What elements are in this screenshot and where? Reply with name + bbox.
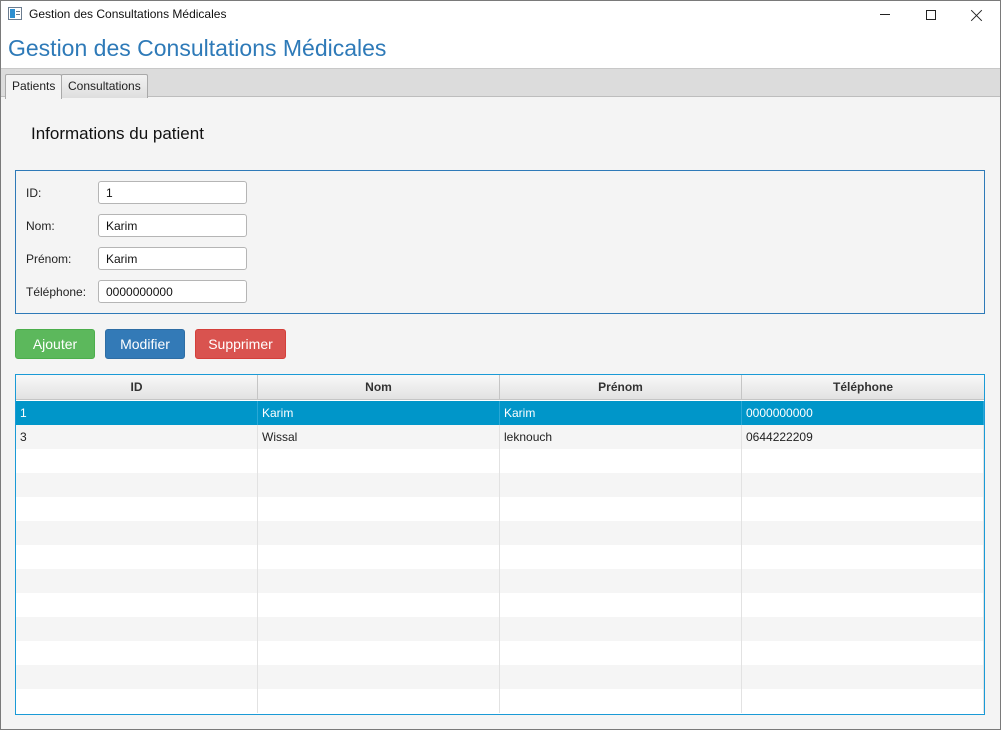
empty-cell: [500, 473, 742, 497]
tab-patients[interactable]: Patients: [5, 74, 63, 99]
empty-cell: [16, 617, 258, 641]
table-row[interactable]: 1 Karim Karim 0000000000: [16, 401, 984, 425]
empty-table-row: [16, 569, 984, 593]
empty-cell: [500, 665, 742, 689]
empty-cell: [258, 473, 500, 497]
empty-cell: [500, 593, 742, 617]
id-field[interactable]: [98, 181, 247, 204]
empty-cell: [16, 521, 258, 545]
empty-table-row: [16, 521, 984, 545]
empty-cell: [258, 545, 500, 569]
empty-cell: [16, 593, 258, 617]
cell-id: 1: [16, 401, 258, 425]
empty-table-row: [16, 689, 984, 713]
empty-cell: [258, 641, 500, 665]
close-button[interactable]: [954, 1, 1000, 28]
cell-id: 3: [16, 425, 258, 449]
empty-cell: [742, 497, 984, 521]
empty-cell: [742, 545, 984, 569]
cell-prenom: Karim: [500, 401, 742, 425]
empty-cell: [258, 689, 500, 713]
empty-table-row: [16, 473, 984, 497]
maximize-button[interactable]: [908, 1, 954, 28]
prenom-label: Prénom:: [26, 252, 72, 266]
table-row[interactable]: 3 Wissal leknouch 0644222209: [16, 425, 984, 449]
empty-cell: [742, 689, 984, 713]
app-header: Gestion des Consultations Médicales: [1, 28, 1000, 68]
empty-cell: [258, 521, 500, 545]
empty-cell: [258, 449, 500, 473]
empty-cell: [258, 497, 500, 521]
empty-cell: [16, 665, 258, 689]
table-header: ID Nom Prénom Téléphone: [16, 375, 984, 400]
column-header-telephone[interactable]: Téléphone: [742, 375, 984, 400]
patient-form: ID: Nom: Prénom: Téléphone:: [15, 170, 985, 314]
empty-cell: [742, 449, 984, 473]
delete-button[interactable]: Supprimer: [195, 329, 286, 359]
empty-cell: [500, 497, 742, 521]
patients-table[interactable]: ID Nom Prénom Téléphone 1 Karim Karim 00…: [15, 374, 985, 715]
cell-telephone: 0644222209: [742, 425, 984, 449]
tab-consultations[interactable]: Consultations: [61, 74, 148, 98]
cell-prenom: leknouch: [500, 425, 742, 449]
empty-cell: [500, 521, 742, 545]
minimize-icon: [880, 14, 890, 15]
empty-cell: [16, 497, 258, 521]
id-label: ID:: [26, 186, 42, 200]
empty-cell: [500, 641, 742, 665]
application-window: Gestion des Consultations Médicales Gest…: [0, 0, 1001, 730]
empty-cell: [500, 617, 742, 641]
empty-table-row: [16, 593, 984, 617]
empty-cell: [742, 641, 984, 665]
empty-cell: [258, 569, 500, 593]
tab-bar: Patients Consultations: [1, 68, 1000, 99]
nom-label: Nom:: [26, 219, 55, 233]
column-header-id[interactable]: ID: [16, 375, 258, 400]
empty-cell: [742, 593, 984, 617]
empty-cell: [742, 473, 984, 497]
empty-cell: [16, 689, 258, 713]
title-bar[interactable]: Gestion des Consultations Médicales: [1, 1, 1000, 28]
telephone-field[interactable]: [98, 280, 247, 303]
app-window-icon: [8, 7, 22, 20]
empty-cell: [258, 665, 500, 689]
page-title: Gestion des Consultations Médicales: [8, 35, 387, 61]
column-header-prenom[interactable]: Prénom: [500, 375, 742, 400]
minimize-button[interactable]: [862, 1, 908, 28]
column-header-nom[interactable]: Nom: [258, 375, 500, 400]
empty-cell: [258, 593, 500, 617]
empty-table-row: [16, 641, 984, 665]
maximize-icon: [926, 9, 936, 20]
prenom-field[interactable]: [98, 247, 247, 270]
edit-button[interactable]: Modifier: [105, 329, 185, 359]
empty-cell: [500, 569, 742, 593]
empty-cell: [16, 449, 258, 473]
section-title: Informations du patient: [31, 124, 204, 143]
empty-cell: [16, 641, 258, 665]
empty-table-row: [16, 617, 984, 641]
close-icon: [971, 9, 983, 21]
cell-telephone: 0000000000: [742, 401, 984, 425]
empty-cell: [742, 569, 984, 593]
empty-cell: [258, 617, 500, 641]
empty-cell: [742, 521, 984, 545]
telephone-label: Téléphone:: [26, 285, 87, 299]
empty-cell: [16, 545, 258, 569]
window-title: Gestion des Consultations Médicales: [29, 7, 227, 21]
empty-table-row: [16, 545, 984, 569]
empty-cell: [742, 617, 984, 641]
cell-nom: Karim: [258, 401, 500, 425]
cell-nom: Wissal: [258, 425, 500, 449]
empty-table-row: [16, 497, 984, 521]
empty-cell: [500, 545, 742, 569]
empty-table-row: [16, 449, 984, 473]
empty-cell: [500, 689, 742, 713]
nom-field[interactable]: [98, 214, 247, 237]
empty-cell: [742, 665, 984, 689]
empty-cell: [500, 449, 742, 473]
empty-table-row: [16, 665, 984, 689]
empty-cell: [16, 473, 258, 497]
empty-cell: [16, 569, 258, 593]
add-button[interactable]: Ajouter: [15, 329, 95, 359]
